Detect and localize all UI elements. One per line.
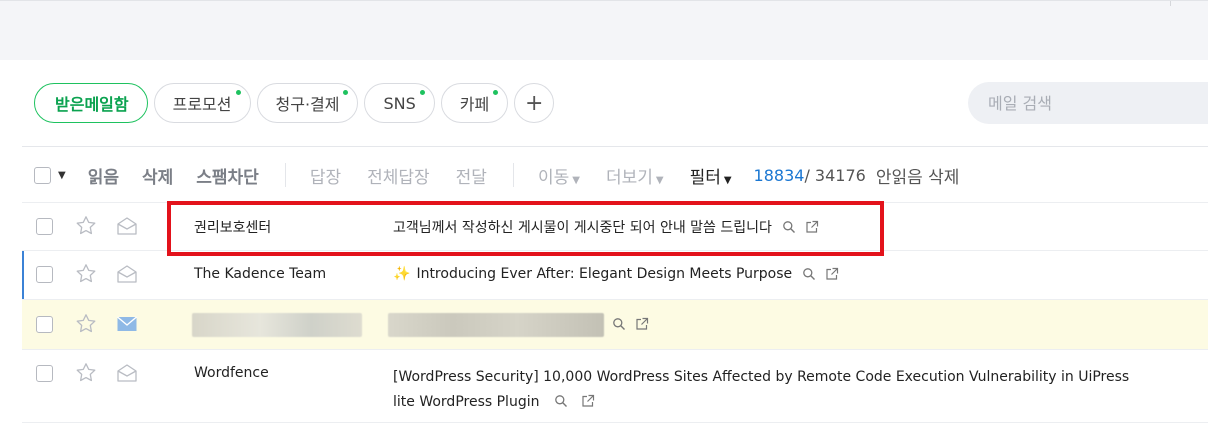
star-icon[interactable] (74, 312, 98, 336)
new-dot (419, 90, 425, 95)
preview-search-icon[interactable] (802, 267, 816, 281)
row-checkbox[interactable] (36, 218, 53, 235)
preview-search-icon[interactable] (782, 220, 796, 234)
mail-subject-text: 고객님께서 작성하신 게시물이 게시중단 되어 안내 말씀 드립니다 (393, 220, 772, 236)
envelope-open-icon[interactable] (116, 264, 138, 284)
spam-block-button[interactable]: 스팸차단 (196, 163, 259, 188)
open-new-window-icon[interactable] (635, 317, 649, 331)
search-input[interactable] (968, 82, 1208, 124)
delete-button[interactable]: 삭제 (142, 163, 173, 188)
filter-dropdown[interactable]: 필터 ▼ (690, 163, 732, 188)
tab-promotion[interactable]: 프로모션 (153, 83, 251, 123)
tab-label: SNS (383, 93, 416, 113)
divider (284, 163, 286, 187)
redacted-subject (388, 313, 604, 337)
preview-search-icon[interactable] (612, 317, 626, 331)
total-count: / 34176 (804, 165, 866, 185)
tab-label: 프로모션 (172, 95, 232, 114)
tab-label: 받은메일함 (55, 95, 129, 114)
mail-row[interactable]: Wordfence [WordPress Security] 10,000 Wo… (22, 350, 1208, 423)
star-icon[interactable] (74, 262, 98, 286)
divider (1170, 1, 1171, 6)
mail-row[interactable]: The Kadence Team ✨ Introducing Ever Afte… (22, 251, 1208, 300)
row-checkbox[interactable] (36, 266, 53, 283)
selected-indicator (22, 251, 24, 299)
star-icon[interactable] (74, 214, 98, 238)
row-actions (612, 317, 649, 331)
mail-sender[interactable]: 권리보호센터 (194, 217, 271, 237)
redacted-sender (192, 313, 362, 337)
plus-icon: + (524, 90, 544, 116)
star-icon[interactable] (74, 361, 98, 385)
tab-label: 청구·결제 (275, 95, 340, 114)
preview-search-icon[interactable] (554, 394, 568, 408)
row-checkbox[interactable] (36, 316, 53, 333)
reply-all-button[interactable]: 전체답장 (367, 163, 430, 188)
mail-sender[interactable]: Wordfence (194, 365, 269, 381)
select-all-checkbox[interactable] (34, 166, 51, 184)
add-tab-button[interactable]: + (514, 83, 555, 123)
mail-row[interactable]: 권리보호센터 고객님께서 작성하신 게시물이 게시중단 되어 안내 말씀 드립니… (22, 203, 1208, 251)
new-dot (235, 90, 241, 95)
mail-row-unread[interactable] (22, 300, 1208, 350)
mail-toolbar: ▼ 읽음 삭제 스팸차단 답장 전체답장 전달 이동 ▼ 더보기 ▼ 필터 ▼ 188… (34, 162, 959, 188)
mail-subject[interactable]: 고객님께서 작성하신 게시물이 게시중단 되어 안내 말씀 드립니다 (393, 217, 819, 237)
divider (512, 163, 514, 187)
new-dot (343, 90, 349, 95)
mail-subject-text: [WordPress Security] 10,000 WordPress Si… (393, 369, 1130, 410)
caret-down-icon: ▼ (723, 174, 732, 186)
mail-subject-text: Introducing Ever After: Elegant Design M… (416, 266, 793, 282)
mail-subject[interactable]: [WordPress Security] 10,000 WordPress Si… (393, 365, 1133, 415)
tab-sns[interactable]: SNS (364, 83, 435, 123)
mailbox-tabs: 받은메일함 프로모션 청구·결제 SNS 카페 + (34, 83, 555, 123)
caret-down-icon: ▼ (572, 174, 580, 186)
open-new-window-icon[interactable] (805, 220, 819, 234)
select-options-caret-icon[interactable]: ▼ (58, 170, 66, 181)
filter-label: 필터 (689, 167, 721, 188)
tab-cafe[interactable]: 카페 (440, 83, 509, 123)
sparkle-emoji: ✨ (393, 266, 411, 282)
new-dot (493, 90, 499, 95)
caret-down-icon: ▼ (655, 174, 664, 186)
mark-read-button[interactable]: 읽음 (88, 163, 119, 188)
mail-sender[interactable]: The Kadence Team (194, 266, 326, 282)
tab-label: 카페 (459, 95, 490, 114)
move-label: 이동 (537, 167, 570, 188)
mail-subject[interactable]: ✨ Introducing Ever After: Elegant Design… (393, 266, 839, 282)
tab-inbox[interactable]: 받은메일함 (34, 83, 148, 123)
unread-count[interactable]: 18834 (754, 166, 805, 185)
delete-unread-button[interactable]: 안읽음 삭제 (876, 163, 960, 188)
envelope-open-icon[interactable] (116, 363, 138, 383)
envelope-open-icon[interactable] (116, 216, 138, 236)
more-label: 더보기 (605, 167, 653, 188)
open-new-window-icon[interactable] (825, 267, 839, 281)
envelope-closed-icon[interactable] (116, 314, 138, 334)
divider (22, 146, 1208, 147)
open-new-window-icon[interactable] (581, 394, 595, 408)
move-dropdown[interactable]: 이동 ▼ (538, 163, 580, 188)
more-dropdown[interactable]: 더보기 ▼ (606, 163, 664, 188)
tab-billing[interactable]: 청구·결제 (256, 83, 359, 123)
row-checkbox[interactable] (36, 365, 53, 382)
reply-button[interactable]: 답장 (310, 163, 341, 188)
top-bar (0, 0, 1208, 60)
forward-button[interactable]: 전달 (456, 163, 487, 188)
